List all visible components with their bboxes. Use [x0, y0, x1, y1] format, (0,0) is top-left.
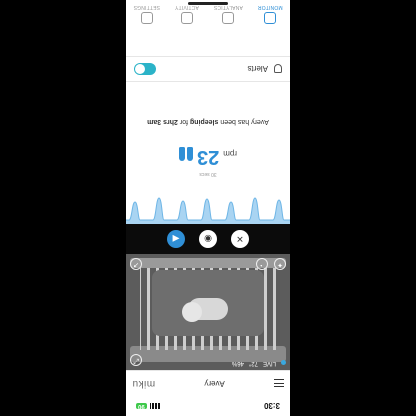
signal-icon [149, 403, 160, 409]
status-time: 3:30 [263, 401, 280, 411]
gear-icon [140, 12, 153, 24]
baby-head-image [182, 302, 202, 322]
baby-name[interactable]: Avery [204, 379, 224, 388]
tab-settings[interactable]: SETTINGS [133, 4, 160, 24]
shield-icon [274, 64, 282, 74]
expand-icon[interactable]: ↗ [130, 258, 142, 270]
temperature-reading: 72° [248, 360, 258, 366]
battery-badge: 90 [136, 403, 147, 409]
alerts-toggle[interactable] [134, 63, 156, 75]
tab-bar: MONITOR ANALYTICS ACTIVITY SETTINGS [126, 4, 290, 36]
sleep-status: Avery has been sleeping for 2hrs 3am [126, 118, 290, 125]
light-icon[interactable]: ✦ [274, 258, 286, 270]
alerts-label-group: Alerts [247, 64, 282, 74]
sleep-middle: for [177, 118, 190, 125]
screen-background: 3:30 90 Avery miku LIVE 72° 46% ⤢ ✦ ◔ ↗ … [0, 0, 416, 416]
sleep-state: sleeping [189, 118, 219, 125]
audio-controls: ✕ ◉ ◀ [126, 224, 290, 254]
sleep-duration: 2hrs 3am [147, 118, 178, 125]
brand-logo: miku [132, 378, 156, 389]
menu-icon[interactable] [274, 379, 284, 388]
rate-value: 23 [196, 146, 220, 168]
alerts-row: Alerts [126, 56, 290, 82]
sleep-prefix: Avery has been [218, 118, 269, 125]
phone-screen: 3:30 90 Avery miku LIVE 72° 46% ⤢ ✦ ◔ ↗ … [126, 0, 290, 416]
status-icons: 90 [136, 403, 160, 409]
tab-monitor-label: MONITOR [257, 4, 283, 10]
speaker-icon[interactable]: ◀ [167, 230, 185, 248]
home-indicator[interactable] [188, 2, 228, 5]
live-label: LIVE [262, 360, 276, 366]
humidity-reading: 46% [231, 360, 244, 366]
fullscreen-icon[interactable]: ⤢ [130, 354, 142, 366]
tab-analytics[interactable]: ANALYTICS [214, 4, 243, 24]
analytics-icon [222, 12, 235, 24]
alerts-label: Alerts [247, 64, 268, 74]
camera-icon[interactable]: ◉ [199, 230, 217, 248]
breathing-waveform [126, 184, 290, 224]
breathing-rate: rpm 23 [126, 146, 290, 168]
live-dot-icon [281, 360, 286, 366]
video-status: LIVE 72° 46% [232, 360, 286, 366]
status-bar: 3:30 90 [126, 396, 290, 416]
activity-icon [180, 12, 193, 24]
tab-activity[interactable]: ACTIVITY [175, 4, 199, 24]
tab-monitor[interactable]: MONITOR [258, 4, 283, 24]
rate-unit: rpm [223, 149, 238, 158]
waveform-axis-label: 30 secs [199, 171, 217, 177]
timer-icon[interactable]: ◔ [256, 258, 268, 270]
video-feed[interactable]: LIVE 72° 46% ⤢ ✦ ◔ ↗ [126, 254, 290, 370]
mute-icon[interactable]: ✕ [231, 230, 249, 248]
monitor-icon [264, 12, 277, 24]
top-bar: Avery miku [126, 370, 290, 396]
lungs-icon [179, 147, 193, 161]
tab-settings-label: SETTINGS [133, 4, 161, 10]
